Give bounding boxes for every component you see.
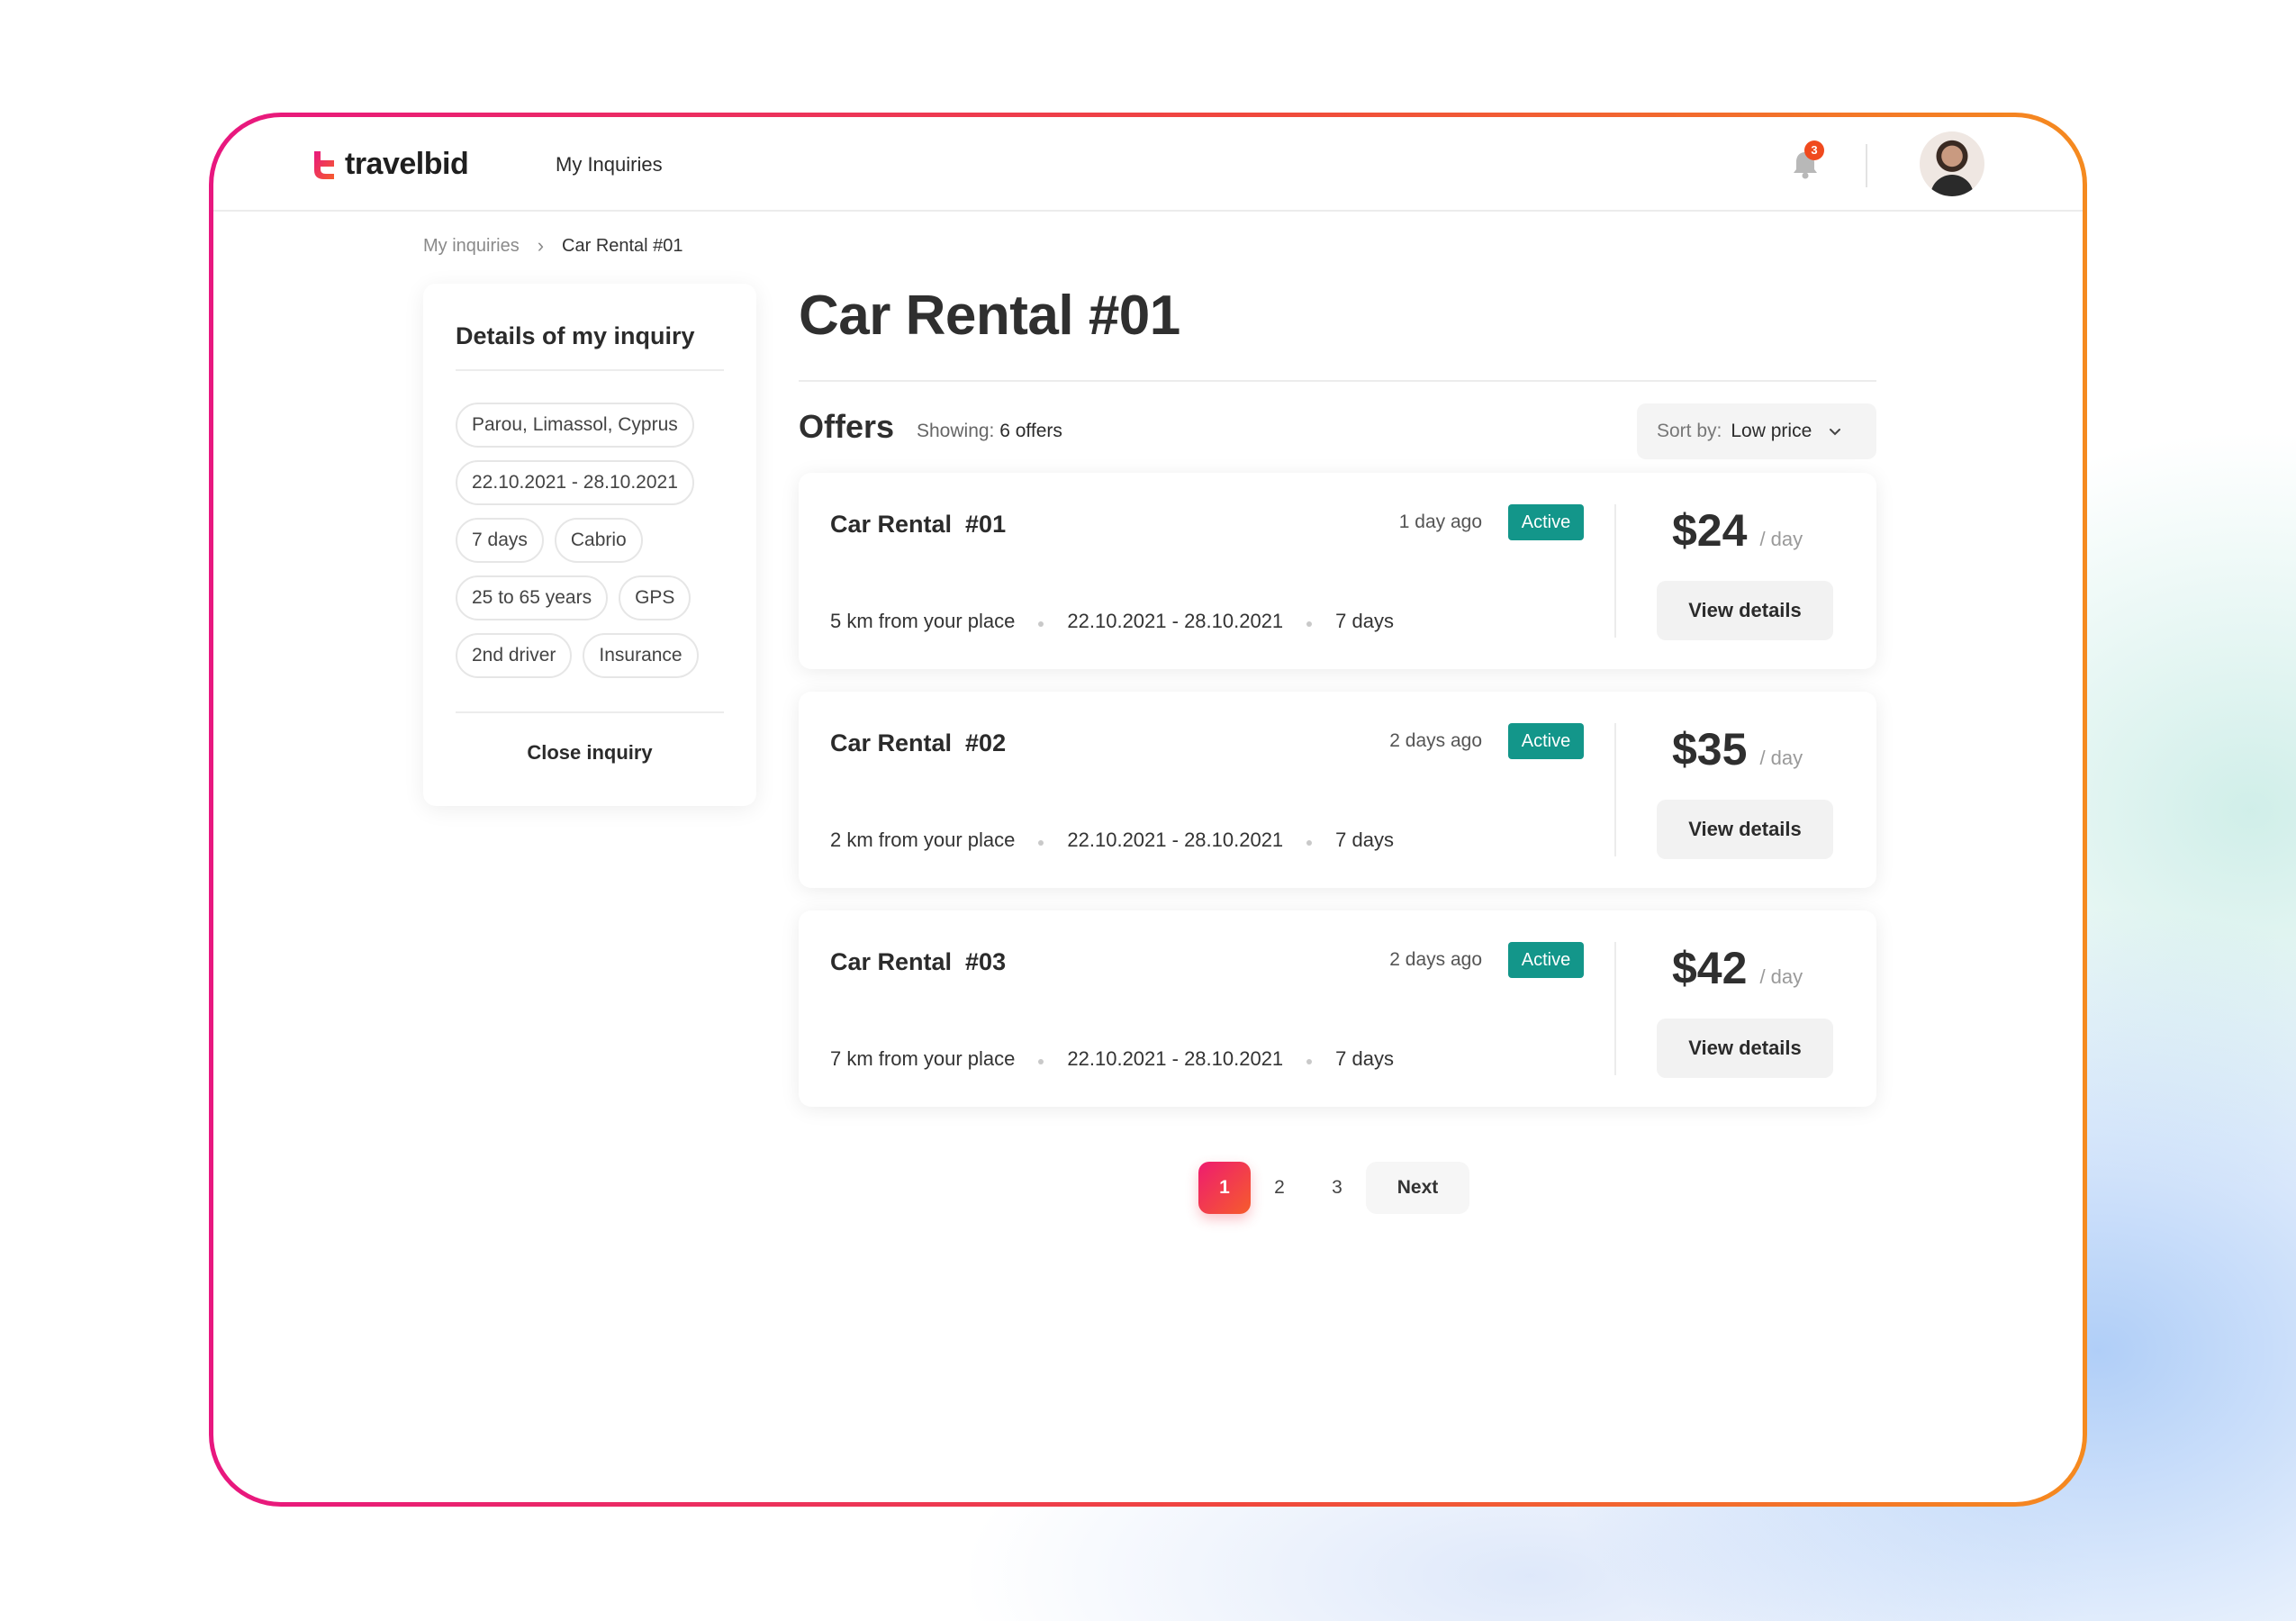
page-2-button[interactable]: 2 <box>1251 1177 1308 1199</box>
page-3-button[interactable]: 3 <box>1308 1177 1366 1199</box>
device-frame: travelbid My Inquiries 3 My inquiries › … <box>209 113 2087 1507</box>
chip-duration: 7 days <box>456 518 544 563</box>
sort-dropdown[interactable]: Sort by: Low price <box>1637 403 1876 459</box>
sort-value: Low price <box>1731 421 1812 441</box>
divider <box>1614 723 1616 856</box>
travelbid-logo-icon <box>314 150 334 179</box>
avatar[interactable] <box>1920 131 1984 196</box>
dot-separator <box>1038 1059 1044 1064</box>
offer-distance: 2 km from your place <box>830 829 1016 851</box>
offer-distance: 5 km from your place <box>830 610 1016 632</box>
inquiry-chips: Parou, Limassol, Cyprus 22.10.2021 - 28.… <box>456 403 735 678</box>
breadcrumb-my-inquiries[interactable]: My inquiries <box>423 236 520 257</box>
showing-label: Showing: <box>917 421 995 441</box>
status-badge: Active <box>1508 723 1584 759</box>
offer-dates: 22.10.2021 - 28.10.2021 <box>1067 610 1284 632</box>
nav-my-inquiries[interactable]: My Inquiries <box>556 153 663 177</box>
pagination: 1 2 3 Next <box>1198 1162 1469 1214</box>
divider <box>1614 942 1616 1075</box>
offer-card: Car Rental #03 2 days ago Active 7 km fr… <box>799 910 1876 1107</box>
offer-meta: 5 km from your place 22.10.2021 - 28.10.… <box>830 610 1394 633</box>
chip-age: 25 to 65 years <box>456 575 609 620</box>
dot-separator <box>1306 621 1313 627</box>
offer-dates: 22.10.2021 - 28.10.2021 <box>1067 829 1284 851</box>
showing-value: 6 offers <box>999 421 1062 441</box>
divider <box>1614 504 1616 638</box>
offer-dates: 22.10.2021 - 28.10.2021 <box>1067 1047 1284 1070</box>
divider <box>456 711 724 713</box>
dot-separator <box>1038 840 1044 846</box>
price-amount: $42 <box>1672 943 1748 993</box>
view-details-button[interactable]: View details <box>1657 1019 1833 1078</box>
page-title: Car Rental #01 <box>799 285 1180 347</box>
offer-card: Car Rental #02 2 days ago Active 2 km fr… <box>799 692 1876 888</box>
offer-time: 1 day ago <box>1398 512 1482 532</box>
status-badge: Active <box>1508 504 1584 540</box>
chip-dates: 22.10.2021 - 28.10.2021 <box>456 460 694 505</box>
app-screen: travelbid My Inquiries 3 My inquiries › … <box>213 117 2083 1502</box>
offer-meta: 7 km from your place 22.10.2021 - 28.10.… <box>830 1047 1394 1071</box>
chip-driver: 2nd driver <box>456 633 573 678</box>
offer-duration: 7 days <box>1335 610 1394 632</box>
offer-title: Car Rental #01 <box>830 511 1007 538</box>
price-unit: / day <box>1759 965 1803 988</box>
next-page-button[interactable]: Next <box>1366 1162 1469 1214</box>
offer-time: 2 days ago <box>1389 730 1482 751</box>
offer-price: $35 / day <box>1672 723 1803 775</box>
chevron-down-icon <box>1830 429 1841 436</box>
offer-card: Car Rental #01 1 day ago Active 5 km fro… <box>799 473 1876 669</box>
price-unit: / day <box>1759 528 1803 550</box>
dot-separator <box>1038 621 1044 627</box>
offer-meta: 2 km from your place 22.10.2021 - 28.10.… <box>830 829 1394 852</box>
dot-separator <box>1306 1059 1313 1064</box>
header-divider <box>1866 144 1867 187</box>
divider <box>456 369 724 371</box>
offer-title: Car Rental #02 <box>830 729 1007 756</box>
divider <box>799 380 1876 382</box>
price-amount: $24 <box>1672 505 1748 556</box>
chip-car-type: Cabrio <box>554 518 643 563</box>
chip-location: Parou, Limassol, Cyprus <box>456 403 694 448</box>
price-amount: $35 <box>1672 724 1748 774</box>
price-unit: / day <box>1759 747 1803 769</box>
offer-title: Car Rental #03 <box>830 948 1007 975</box>
offers-heading: Offers <box>799 408 895 445</box>
page-1-button[interactable]: 1 <box>1198 1162 1251 1214</box>
view-details-button[interactable]: View details <box>1657 800 1833 859</box>
top-navbar: travelbid My Inquiries 3 <box>213 117 2083 212</box>
offer-distance: 7 km from your place <box>830 1047 1016 1070</box>
offers-count: Showing: 6 offers <box>917 421 1062 442</box>
chevron-right-icon: › <box>537 234 545 257</box>
logo-text: travelbid <box>345 147 469 181</box>
offer-price: $24 / day <box>1672 504 1803 557</box>
inquiry-details-card: Details of my inquiry Parou, Limassol, C… <box>423 284 756 806</box>
avatar-shoulders <box>1930 175 1974 196</box>
status-badge: Active <box>1508 942 1584 978</box>
offer-time: 2 days ago <box>1389 949 1482 970</box>
offer-duration: 7 days <box>1335 1047 1394 1070</box>
notification-badge: 3 <box>1804 140 1824 160</box>
offer-price: $42 / day <box>1672 942 1803 994</box>
offer-duration: 7 days <box>1335 829 1394 851</box>
logo[interactable]: travelbid <box>311 147 469 182</box>
chip-insurance: Insurance <box>583 633 699 678</box>
close-inquiry-button[interactable]: Close inquiry <box>423 741 756 765</box>
chip-gps: GPS <box>619 575 692 620</box>
view-details-button[interactable]: View details <box>1657 581 1833 640</box>
sort-label: Sort by: <box>1657 421 1722 441</box>
dot-separator <box>1306 840 1313 846</box>
breadcrumb-current: Car Rental #01 <box>562 235 683 256</box>
inquiry-details-title: Details of my inquiry <box>456 322 695 349</box>
breadcrumb: My inquiries › Car Rental #01 <box>423 234 683 258</box>
